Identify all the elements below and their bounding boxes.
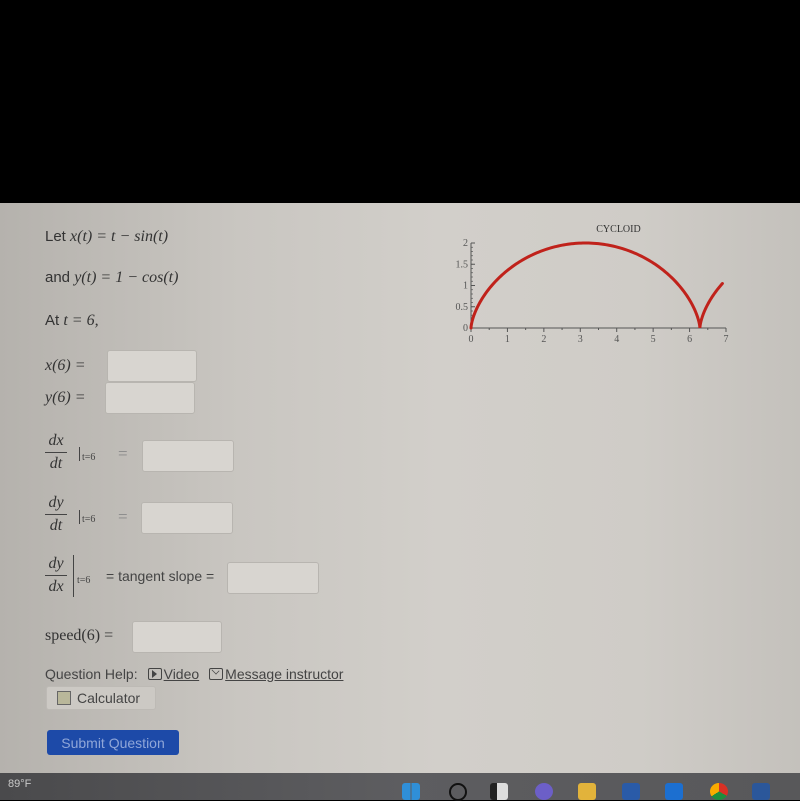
dydt-numerator: dy bbox=[48, 494, 64, 511]
y-tick-label: 1.5 bbox=[456, 259, 469, 270]
dydx-numerator: dy bbox=[48, 555, 64, 572]
eval-bar bbox=[73, 555, 74, 597]
envelope-icon bbox=[209, 666, 224, 680]
cycloid-chart: CYCLOID 0 1 2 3 4 5 6 7 0 0.5 1 1.5 2 bbox=[456, 224, 729, 345]
let-text: Let bbox=[45, 228, 66, 245]
calculator-icon bbox=[57, 691, 71, 705]
video-link-text[interactable]: Video bbox=[164, 666, 200, 682]
y-tick-label: 2 bbox=[463, 238, 468, 249]
eval-bar bbox=[79, 510, 80, 524]
video-link[interactable]: Video bbox=[147, 666, 200, 682]
equals-sign: = bbox=[118, 507, 128, 526]
chrome-icon[interactable] bbox=[710, 783, 728, 800]
taskbar: 89°F bbox=[0, 773, 800, 801]
x-tick-label: 0 bbox=[469, 334, 474, 345]
file-explorer-icon[interactable] bbox=[578, 783, 596, 800]
cortana-icon[interactable] bbox=[665, 783, 683, 800]
chart-title: CYCLOID bbox=[596, 224, 640, 235]
y-tick-label: 0 bbox=[463, 323, 468, 334]
submit-question-button[interactable]: Submit Question bbox=[47, 730, 179, 755]
x6-label: x(6) = bbox=[45, 357, 86, 374]
dxdt-input[interactable] bbox=[142, 440, 234, 472]
x-tick-label: 5 bbox=[651, 334, 656, 345]
fraction-bar bbox=[45, 514, 67, 515]
start-icon[interactable] bbox=[402, 783, 420, 800]
and-text: and bbox=[45, 269, 71, 286]
cycloid-curve bbox=[469, 241, 724, 330]
y6-input[interactable] bbox=[105, 382, 195, 414]
message-instructor-text[interactable]: Message instructor bbox=[225, 666, 343, 682]
problem-line-y: and y(t) = 1 − cos(t) bbox=[45, 269, 178, 287]
y-equation: y(t) = 1 − cos(t) bbox=[74, 269, 179, 286]
problem-line-x: Let x(t) = t − sin(t) bbox=[45, 228, 168, 246]
dydt-fraction: dy dt bbox=[45, 494, 67, 535]
problem-line-t: At t = 6, bbox=[45, 312, 99, 330]
dydx-denominator: dx bbox=[48, 578, 64, 595]
dydt-eval-at: t=6 bbox=[82, 514, 96, 525]
dydx-eval-at: t=6 bbox=[77, 575, 91, 586]
fraction-bar bbox=[45, 452, 67, 453]
dxdt-eval-at: t=6 bbox=[82, 452, 96, 463]
y-tick-label: 1 bbox=[463, 281, 468, 292]
tangent-slope-label: = tangent slope = bbox=[106, 568, 215, 584]
video-icon bbox=[147, 668, 162, 680]
task-view-icon[interactable] bbox=[490, 783, 508, 800]
speed-input[interactable] bbox=[132, 621, 222, 653]
x-equation: x(t) = t − sin(t) bbox=[70, 228, 169, 245]
dydt-denominator: dt bbox=[49, 517, 63, 534]
y-tick-label: 0.5 bbox=[456, 302, 469, 313]
message-instructor-link[interactable]: Message instructor bbox=[209, 666, 343, 682]
microsoft-store-icon[interactable] bbox=[622, 783, 640, 800]
dxdt-fraction: dx dt bbox=[45, 432, 67, 473]
at-text: At bbox=[45, 312, 60, 329]
x6-input[interactable] bbox=[107, 350, 197, 382]
dydt-input[interactable] bbox=[141, 502, 233, 534]
y6-label: y(6) = bbox=[45, 389, 86, 406]
dydx-fraction: dy dx bbox=[45, 555, 67, 596]
dxdt-denominator: dt bbox=[49, 455, 63, 472]
question-help-label: Question Help: bbox=[45, 666, 138, 682]
calculator-label: Calculator bbox=[77, 690, 141, 706]
word-icon[interactable] bbox=[752, 783, 770, 800]
fraction-bar bbox=[45, 575, 67, 576]
x-tick-label: 7 bbox=[724, 334, 729, 345]
question-help: Question Help: Video Message instructor bbox=[45, 666, 343, 682]
x-tick-label: 2 bbox=[541, 334, 546, 345]
dxdt-numerator: dx bbox=[48, 432, 64, 449]
eval-bar bbox=[79, 447, 80, 461]
search-icon[interactable] bbox=[449, 783, 467, 801]
x-tick-label: 6 bbox=[687, 334, 692, 345]
speed-label: speed(6) = bbox=[45, 627, 114, 644]
x-tick-label: 1 bbox=[505, 334, 510, 345]
x-tick-label: 4 bbox=[614, 334, 619, 345]
x-tick-label: 3 bbox=[578, 334, 583, 345]
weather-temperature[interactable]: 89°F bbox=[8, 778, 31, 790]
t-value: t = 6, bbox=[63, 312, 99, 329]
teams-chat-icon[interactable] bbox=[535, 783, 553, 800]
equals-sign: = bbox=[118, 444, 128, 463]
calculator-button[interactable]: Calculator bbox=[46, 686, 156, 710]
dydx-input[interactable] bbox=[227, 562, 319, 594]
